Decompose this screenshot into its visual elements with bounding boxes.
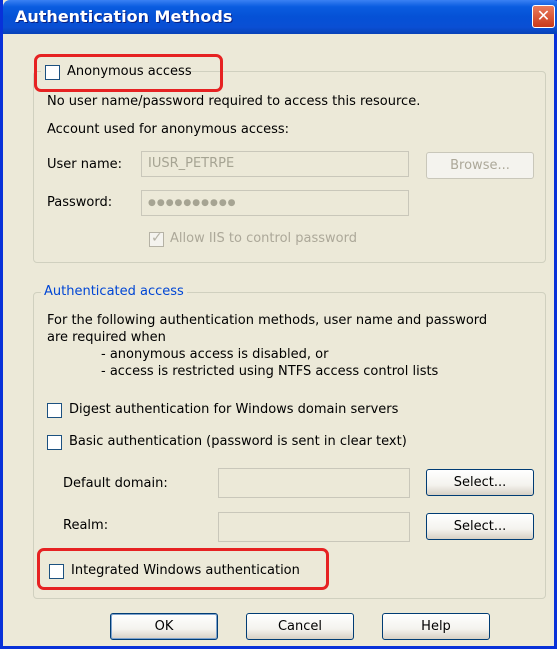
checkmark-icon: ✓ [151, 230, 163, 246]
cancel-button[interactable]: Cancel [246, 613, 354, 640]
digest-auth-label: Digest authentication for Windows domain… [69, 402, 399, 417]
browse-button[interactable]: Browse... [426, 152, 534, 179]
basic-auth-checkbox[interactable] [47, 435, 62, 450]
username-field[interactable]: IUSR_PETRPE [141, 151, 409, 177]
authenticated-bullet-1: - anonymous access is disabled, or [101, 347, 329, 362]
digest-auth-checkbox[interactable] [47, 403, 62, 418]
password-field[interactable]: ●●●●●●●●●● [141, 190, 409, 216]
allow-iis-row[interactable]: ✓ Allow IIS to control password [149, 230, 357, 247]
password-label: Password: [47, 195, 113, 210]
realm-field[interactable] [218, 512, 410, 542]
default-domain-field[interactable] [218, 468, 410, 498]
digest-auth-row[interactable]: Digest authentication for Windows domain… [47, 402, 398, 418]
ok-button[interactable]: OK [110, 613, 218, 640]
allow-iis-label: Allow IIS to control password [170, 231, 357, 246]
title-bar[interactable]: Authentication Methods ✕ [3, 0, 557, 34]
authenticated-description-line2: are required when [47, 330, 166, 345]
default-domain-select-button[interactable]: Select... [426, 469, 534, 496]
window-title: Authentication Methods [15, 7, 233, 26]
integrated-auth-highlight [37, 548, 329, 590]
allow-iis-checkbox[interactable]: ✓ [149, 230, 164, 247]
authenticated-description-line1: For the following authentication methods… [47, 313, 488, 328]
default-domain-label: Default domain: [63, 476, 168, 491]
realm-label: Realm: [63, 518, 109, 533]
basic-auth-row[interactable]: Basic authentication (password is sent i… [47, 434, 407, 450]
username-label: User name: [47, 157, 123, 172]
account-heading: Account used for anonymous access: [47, 122, 290, 137]
authentication-methods-dialog: Authentication Methods ✕ Anonymous acces… [0, 0, 557, 649]
close-icon[interactable]: ✕ [532, 5, 555, 28]
anonymous-access-highlight [34, 54, 223, 92]
help-button[interactable]: Help [382, 613, 490, 640]
authenticated-access-legend: Authenticated access [41, 284, 187, 299]
basic-auth-label: Basic authentication (password is sent i… [69, 434, 407, 449]
authenticated-bullet-2: - access is restricted using NTFS access… [101, 364, 439, 379]
anonymous-description: No user name/password required to access… [47, 94, 421, 109]
realm-select-button[interactable]: Select... [426, 513, 534, 540]
